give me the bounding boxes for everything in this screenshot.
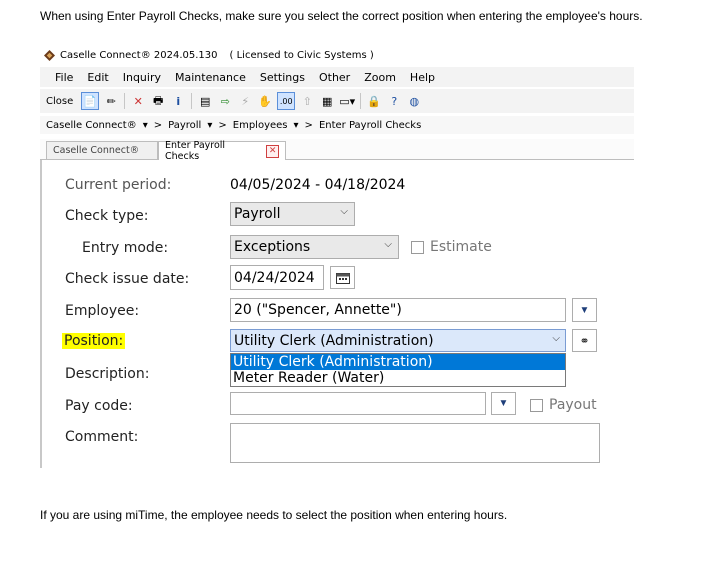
tab-caselle-connect[interactable]: Caselle Connect® [46, 141, 158, 159]
employee-dropdown-button[interactable]: ▼ [572, 298, 597, 322]
check-type-value: Payroll [234, 206, 281, 222]
layout-dropdown-icon[interactable]: ▭▾ [339, 93, 355, 109]
pay-code-input[interactable] [230, 392, 486, 415]
title-bar: Caselle Connect® 2024.05.130 ( Licensed … [40, 45, 634, 65]
description-label: Description: [65, 366, 150, 382]
check-type-select[interactable]: Payroll ⌵ [230, 202, 355, 226]
employee-value: 20 ("Spencer, Annette") [234, 302, 402, 318]
up-arrow-icon[interactable]: ⇧ [299, 93, 315, 109]
outro-paragraph: If you are using miTime, the employee ne… [40, 508, 508, 522]
lock-icon[interactable]: 🔒 [366, 93, 382, 109]
delete-icon[interactable]: ✕ [130, 93, 146, 109]
payout-label: Payout [549, 397, 597, 413]
grid-icon[interactable]: ▦ [319, 93, 335, 109]
toolbar-separator [191, 93, 193, 109]
position-dropdown-list: Utility Clerk (Administration) Meter Rea… [230, 353, 566, 387]
triangle-down-icon: ▼ [498, 398, 509, 409]
toolbar-separator [124, 93, 126, 109]
estimate-label: Estimate [430, 239, 492, 255]
tab-label: Caselle Connect® [53, 145, 140, 156]
export-icon[interactable]: ⇨ [217, 93, 233, 109]
breadcrumb-separator: > [304, 119, 313, 131]
menu-maintenance[interactable]: Maintenance [168, 71, 253, 84]
position-value: Utility Clerk (Administration) [234, 332, 434, 349]
triangle-down-icon: ▼ [579, 304, 590, 316]
info-icon[interactable]: i [170, 93, 186, 109]
help-icon[interactable]: ? [386, 93, 402, 109]
menu-help[interactable]: Help [403, 71, 442, 84]
new-document-icon[interactable]: 📄 [81, 92, 100, 110]
panel-left-border [40, 160, 42, 468]
entry-mode-label: Entry mode: [82, 240, 169, 256]
tab-label: Enter Payroll Checks [165, 140, 226, 162]
close-icon[interactable]: ✕ [266, 144, 279, 158]
employee-label: Employee: [65, 303, 140, 319]
window-title: Caselle Connect® 2024.05.130 [60, 49, 218, 61]
flash-icon[interactable]: ⚡ [237, 93, 253, 109]
menu-other[interactable]: Other [312, 71, 357, 84]
menu-settings[interactable]: Settings [253, 71, 312, 84]
print-icon[interactable]: 🖶 [150, 93, 166, 109]
check-issue-date-value: 04/24/2024 [234, 269, 315, 286]
notes-icon[interactable]: ▤ [197, 93, 213, 109]
tab-strip: Caselle Connect® Enter Payroll Checks ✕ [40, 139, 634, 162]
chevron-down-icon[interactable]: ▾ [140, 120, 151, 131]
intro-paragraph: When using Enter Payroll Checks, make su… [40, 9, 643, 23]
checkbox-box[interactable] [411, 240, 424, 254]
calendar-icon [335, 272, 350, 284]
globe-icon[interactable]: ◍ [406, 93, 422, 109]
breadcrumb-payroll[interactable]: Payroll [165, 120, 204, 131]
payout-checkbox[interactable]: Payout [530, 397, 597, 413]
chevron-down-icon: ⌵ [340, 206, 348, 217]
calendar-button[interactable] [330, 266, 355, 289]
checkbox-box[interactable] [530, 398, 543, 412]
caselle-logo-icon [44, 49, 55, 61]
menu-bar: File Edit Inquiry Maintenance Settings O… [40, 67, 634, 87]
close-button[interactable]: Close [40, 96, 79, 107]
pay-code-label: Pay code: [65, 398, 133, 414]
breadcrumb-separator: > [153, 119, 163, 131]
breadcrumb: Caselle Connect® ▾ > Payroll ▾ > Employe… [40, 116, 634, 134]
breadcrumb-employees[interactable]: Employees [230, 120, 291, 131]
check-issue-date-label: Check issue date: [65, 271, 190, 287]
position-label: Position: [62, 333, 126, 349]
current-period-value: 04/05/2024 - 04/18/2024 [230, 177, 406, 193]
entry-mode-value: Exceptions [234, 239, 311, 255]
position-label-text: Position: [62, 333, 126, 349]
chevron-down-icon: ⌵ [384, 239, 392, 250]
toolbar: Close 📄 ✏ ✕ 🖶 i ▤ ⇨ ⚡ ✋ .00 ⇧ ▦ ▭▾ 🔒 ? ◍ [40, 89, 634, 113]
position-lookup-button[interactable]: ⚭ [572, 329, 597, 352]
tab-enter-payroll-checks[interactable]: Enter Payroll Checks ✕ [158, 140, 286, 162]
position-option-utility-clerk[interactable]: Utility Clerk (Administration) [231, 354, 565, 370]
position-select[interactable]: Utility Clerk (Administration) ⌵ [230, 329, 566, 352]
check-type-label: Check type: [65, 208, 149, 224]
hand-icon[interactable]: ✋ [257, 93, 273, 109]
menu-zoom[interactable]: Zoom [357, 71, 403, 84]
breadcrumb-separator: > [218, 119, 227, 131]
estimate-checkbox[interactable]: Estimate [411, 239, 492, 255]
chevron-down-icon[interactable]: ▾ [291, 120, 302, 131]
breadcrumb-enter-payroll-checks: Enter Payroll Checks [318, 119, 422, 131]
pay-code-dropdown-button[interactable]: ▼ [491, 392, 516, 415]
breadcrumb-home[interactable]: Caselle Connect® [40, 120, 140, 131]
comment-textarea[interactable] [230, 423, 600, 463]
comment-label: Comment: [65, 429, 139, 445]
menu-inquiry[interactable]: Inquiry [116, 71, 168, 84]
binoculars-icon: ⚭ [579, 333, 590, 348]
license-text: ( Licensed to Civic Systems ) [229, 49, 374, 61]
menu-edit[interactable]: Edit [80, 71, 115, 84]
pencil-icon[interactable]: ✏ [103, 93, 119, 109]
menu-file[interactable]: File [40, 71, 80, 84]
check-issue-date-input[interactable]: 04/24/2024 [230, 265, 324, 290]
toolbar-separator [360, 93, 362, 109]
entry-mode-select[interactable]: Exceptions ⌵ [230, 235, 399, 259]
chevron-down-icon: ⌵ [552, 333, 560, 344]
decimal-icon[interactable]: .00 [277, 92, 296, 110]
position-option-meter-reader[interactable]: Meter Reader (Water) [231, 370, 565, 386]
chevron-down-icon[interactable]: ▾ [204, 120, 215, 131]
current-period-label: Current period: [65, 177, 172, 193]
employee-input[interactable]: 20 ("Spencer, Annette") [230, 298, 566, 322]
